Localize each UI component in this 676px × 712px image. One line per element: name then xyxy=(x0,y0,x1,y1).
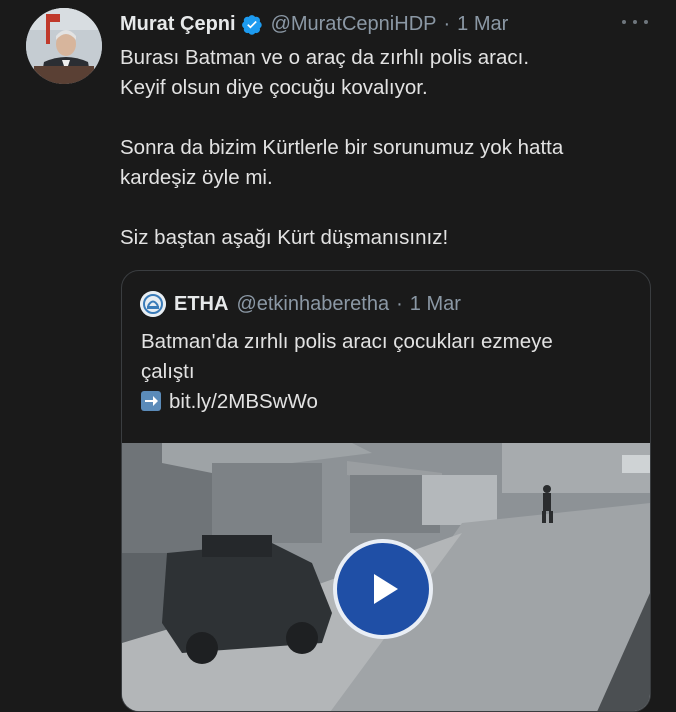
quoted-link-line: bit.ly/2MBSwWo xyxy=(141,387,621,417)
video-thumbnail[interactable] xyxy=(122,443,650,711)
quoted-tweet-card[interactable]: ETHA @etkinhaberetha · 1 Mar Batman'da z… xyxy=(121,270,651,712)
tweet-text: Burası Batman ve o araç da zırhlı polis … xyxy=(120,43,660,253)
quoted-text-line: çalıştı xyxy=(141,360,195,383)
tweet-date[interactable]: 1 Mar xyxy=(457,13,508,36)
quoted-tweet-text: Batman'da zırhlı polis aracı çocukları e… xyxy=(141,327,621,417)
play-icon xyxy=(374,574,398,604)
quoted-tweet-date: 1 Mar xyxy=(409,292,461,315)
quoted-tweet-header: ETHA @etkinhaberetha · 1 Mar xyxy=(140,290,461,318)
tweet-header: Murat Çepni @MuratCepniHDP · 1 Mar xyxy=(120,9,508,39)
quoted-text-line: Batman'da zırhlı polis aracı çocukları e… xyxy=(141,330,553,353)
author-handle[interactable]: @MuratCepniHDP xyxy=(271,13,437,36)
quoted-link[interactable]: bit.ly/2MBSwWo xyxy=(169,390,318,413)
right-arrow-emoji-icon xyxy=(141,391,161,411)
tweet-line: Keyif olsun diye çocuğu kovalıyor. xyxy=(120,76,428,99)
tweet-line: Burası Batman ve o araç da zırhlı polis … xyxy=(120,46,530,69)
tweet-line: Siz baştan aşağı Kürt düşmanısınız! xyxy=(120,226,449,249)
header-separator: · xyxy=(443,12,451,35)
quoted-author-handle: @etkinhaberetha xyxy=(236,292,390,315)
tweet-line: Sonra da bizim Kürtlerle bir sorunumuz y… xyxy=(120,136,564,159)
verified-badge-icon xyxy=(241,14,262,35)
quoted-header-separator: · xyxy=(396,292,403,315)
quoted-author-avatar xyxy=(140,291,166,317)
author-avatar[interactable] xyxy=(26,8,102,84)
quoted-author-name: ETHA xyxy=(174,292,229,315)
author-name[interactable]: Murat Çepni xyxy=(120,13,236,36)
more-options-icon[interactable] xyxy=(622,14,648,30)
tweet-line: kardeşiz öyle mi. xyxy=(120,166,273,189)
play-button[interactable] xyxy=(333,539,433,639)
